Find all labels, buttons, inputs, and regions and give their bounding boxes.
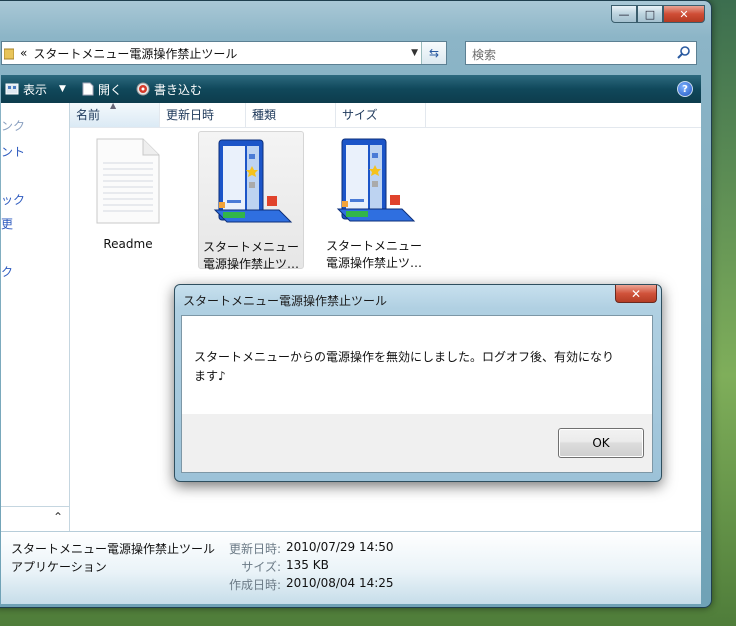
file-name: Readme	[103, 237, 153, 251]
text-document-icon	[96, 138, 160, 224]
document-icon	[82, 82, 94, 96]
folder-icon	[4, 48, 14, 60]
chevron-down-icon: ▼	[59, 84, 66, 94]
caption-buttons: — □ ✕	[611, 5, 705, 23]
file-name-line1: スタートメニュー	[202, 240, 299, 254]
details-modified-value: 2010/07/29 14:50	[286, 540, 394, 554]
navigation-pane: ンク ント ック 更 ク ⌃	[1, 103, 70, 531]
file-name-line1: スタートメニュー	[325, 239, 422, 253]
view-label: 表示	[23, 82, 48, 97]
file-name-line2: 電源操作禁止ツ…	[202, 257, 299, 271]
details-size-value: 135 KB	[286, 558, 329, 572]
breadcrumb-chevron[interactable]: «	[20, 46, 27, 60]
dialog-message-line2: ます♪	[194, 369, 226, 383]
column-modified[interactable]: 更新日時	[160, 103, 246, 127]
chevron-up-icon[interactable]: ⌃	[53, 510, 63, 524]
app-icon	[336, 138, 416, 222]
details-created-value: 2010/08/04 14:25	[286, 576, 394, 590]
command-bar: 表示 ▼ 開く 書き込む ?	[1, 75, 701, 103]
details-size-label: サイズ:	[241, 560, 281, 574]
column-type[interactable]: 種類	[246, 103, 336, 127]
details-pane: スタートメニュー電源操作禁止ツール アプリケーション 更新日時: 2010/07…	[1, 531, 701, 604]
ok-button[interactable]: OK	[558, 428, 644, 458]
details-modified-label: 更新日時:	[228, 542, 281, 556]
dialog-message: スタートメニューからの電源操作を無効にしました。ログオフ後、有効になり ます♪	[194, 348, 634, 386]
burn-disc-icon	[136, 82, 150, 96]
address-dropdown-icon[interactable]: ▼	[411, 48, 418, 58]
dialog-close-button[interactable]: ✕	[615, 285, 657, 303]
close-button[interactable]: ✕	[663, 5, 705, 23]
folders-toggle[interactable]: ⌃	[1, 506, 69, 531]
refresh-icon[interactable]: ⇆	[421, 42, 446, 64]
nav-link-5[interactable]: ク	[1, 263, 13, 280]
burn-button[interactable]: 書き込む	[136, 81, 202, 98]
minimize-button[interactable]: —	[611, 5, 637, 23]
breadcrumb-path[interactable]: スタートメニュー電源操作禁止ツール	[33, 45, 237, 62]
search-input[interactable]: 検索	[465, 41, 697, 65]
help-icon[interactable]: ?	[677, 81, 693, 97]
details-created-label: 作成日時:	[228, 578, 281, 592]
file-item-readme[interactable]: Readme	[76, 135, 180, 255]
burn-label: 書き込む	[153, 82, 202, 97]
column-header: 名前 ▲ 更新日時 種類 サイズ	[70, 101, 701, 128]
search-placeholder: 検索	[472, 48, 497, 62]
file-item-app-selected[interactable]: スタートメニュー 電源操作禁止ツ…	[198, 131, 304, 271]
nav-link-3[interactable]: ック	[1, 191, 25, 208]
column-size[interactable]: サイズ	[336, 103, 426, 127]
nav-link-4[interactable]: 更	[1, 215, 13, 232]
details-file-type: アプリケーション	[11, 560, 107, 574]
view-icon	[5, 83, 19, 95]
message-dialog: スタートメニュー電源操作禁止ツール ✕ スタートメニューからの電源操作を無効にし…	[174, 284, 662, 482]
dialog-message-line1: スタートメニューからの電源操作を無効にしました。ログオフ後、有効になり	[194, 350, 615, 364]
file-item-app[interactable]: スタートメニュー 電源操作禁止ツ…	[322, 131, 426, 270]
dialog-message-area: スタートメニューからの電源操作を無効にしました。ログオフ後、有効になり ます♪	[182, 316, 652, 414]
nav-link-1[interactable]: ンク	[1, 117, 25, 134]
dialog-title: スタートメニュー電源操作禁止ツール	[183, 294, 388, 308]
view-button[interactable]: 表示 ▼	[5, 81, 66, 98]
maximize-button[interactable]: □	[637, 5, 663, 23]
app-icon	[213, 139, 293, 223]
nav-link-2[interactable]: ント	[1, 143, 25, 160]
sort-ascending-icon: ▲	[110, 101, 117, 110]
dialog-body: スタートメニューからの電源操作を無効にしました。ログオフ後、有効になり ます♪ …	[181, 315, 653, 473]
file-name-line2: 電源操作禁止ツ…	[325, 256, 422, 270]
column-name[interactable]: 名前 ▲	[70, 101, 160, 127]
search-icon[interactable]	[677, 45, 691, 59]
address-bar[interactable]: « スタートメニュー電源操作禁止ツール ▼ ⇆	[1, 41, 447, 65]
column-name-label: 名前	[76, 108, 101, 122]
